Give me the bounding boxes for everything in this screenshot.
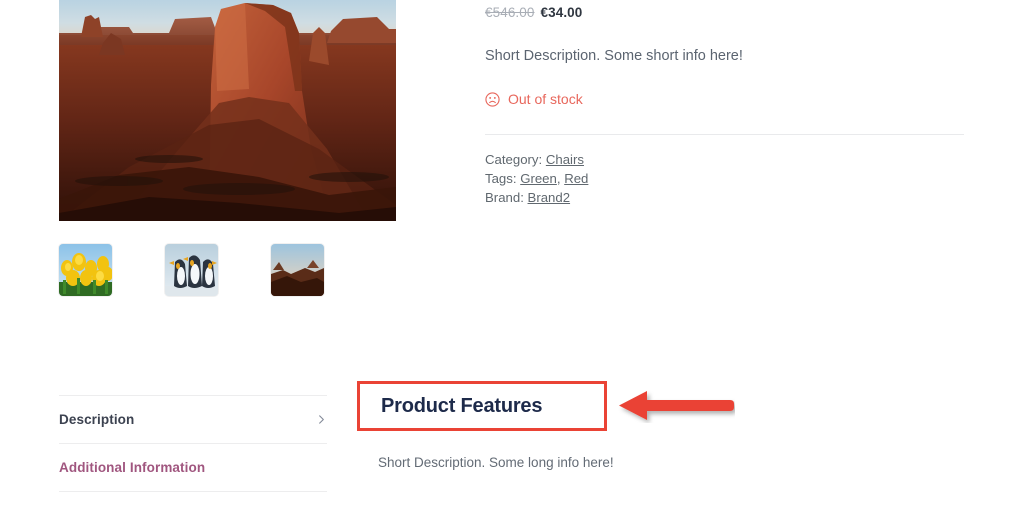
product-features-highlight-box: Product Features — [357, 381, 607, 431]
stock-status-label: Out of stock — [508, 91, 583, 107]
short-description: Short Description. Some short info here! — [485, 48, 743, 64]
thumbnail-1[interactable] — [59, 244, 112, 296]
tab-divider-bottom — [59, 491, 327, 492]
product-features-title: Product Features — [381, 395, 543, 417]
product-features-body: Short Description. Some long info here! — [378, 455, 614, 470]
tag-link-green[interactable]: Green — [520, 171, 557, 186]
tab-description[interactable]: Description — [59, 396, 327, 443]
summary-divider — [485, 134, 964, 135]
tags-label: Tags: — [485, 171, 517, 186]
meta-tags: Tags: Green, Red — [485, 169, 964, 188]
category-link[interactable]: Chairs — [546, 152, 584, 167]
main-product-image[interactable] — [59, 0, 396, 221]
tag-link-red[interactable]: Red — [564, 171, 588, 186]
thumbnail-3[interactable] — [271, 244, 324, 296]
price-current: €34.00 — [540, 5, 583, 20]
frowning-face-icon — [485, 91, 500, 107]
meta-brand: Brand: Brand2 — [485, 188, 964, 207]
price-original: €546.00 — [485, 5, 535, 20]
product-page: €546.00 €34.00 Short Description. Some sh… — [0, 0, 1024, 514]
stock-status: Out of stock — [485, 89, 964, 109]
product-gallery — [59, 0, 396, 296]
tab-description-label: Description — [59, 412, 135, 427]
product-tabs: Description Additional Information — [59, 395, 327, 492]
product-price: €546.00 €34.00 — [485, 0, 964, 22]
tab-additional-information-label: Additional Information — [59, 460, 206, 475]
thumbnail-2[interactable] — [165, 244, 218, 296]
product-meta: Category: Chairs Tags: Green, Red Brand:… — [485, 150, 964, 207]
brand-link[interactable]: Brand2 — [528, 190, 571, 205]
thumbnail-strip — [59, 244, 396, 296]
category-label: Category: — [485, 152, 543, 167]
product-features-panel: Product Features Short Description. Some… — [357, 381, 973, 473]
brand-label: Brand: — [485, 190, 524, 205]
meta-category: Category: Chairs — [485, 150, 964, 169]
tab-additional-information[interactable]: Additional Information — [59, 444, 327, 491]
chevron-right-icon — [316, 414, 327, 425]
product-summary: €546.00 €34.00 Short Description. Some sh… — [485, 0, 964, 207]
